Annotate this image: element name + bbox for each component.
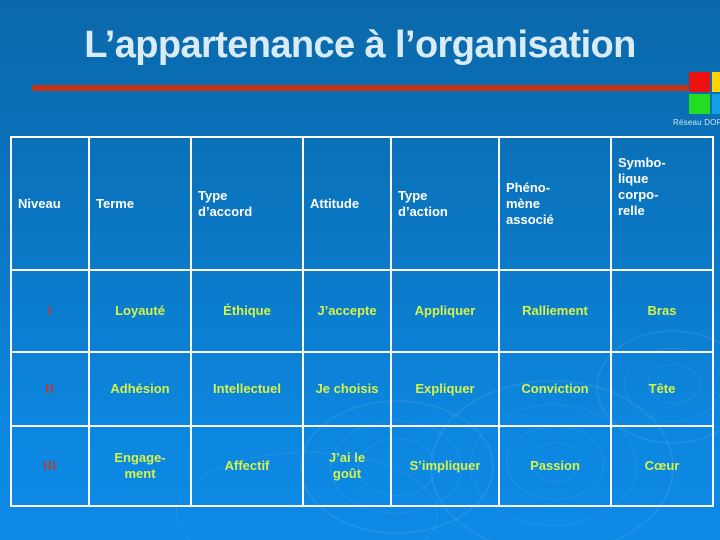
logo-caption: Réseau DOR (673, 118, 720, 127)
brand-logo (689, 72, 720, 116)
column-header-phenomene-associe: Phéno- mène associé (498, 136, 612, 271)
column-header-attitude: Attitude (302, 136, 392, 271)
cell-type-action: Expliquer (390, 351, 500, 427)
cell-attitude: Je choisis (302, 351, 392, 427)
cell-type-accord: Éthique (190, 269, 304, 353)
header-label-line2: d’action (398, 203, 448, 219)
cell-symbolique: Cœur (610, 425, 714, 507)
column-header-symbolique-corporelle: Symbo- lique corpo- relle (610, 136, 714, 271)
logo-square-yellow (712, 72, 720, 92)
column-header-terme: Terme (88, 136, 192, 271)
table-row: I Loyauté Éthique J’accepte Appliquer Ra… (10, 269, 714, 353)
logo-square-blue (712, 94, 720, 114)
cell-niveau: III (10, 425, 90, 507)
column-header-niveau: Niveau (10, 136, 90, 271)
cell-type-action: S’impliquer (390, 425, 500, 507)
header-label-line2: mène (506, 195, 540, 211)
cell-terme: Adhésion (88, 351, 192, 427)
cell-phenomene: Passion (498, 425, 612, 507)
cell-niveau: I (10, 269, 90, 353)
header-label: Terme (96, 195, 135, 211)
header-label: Niveau (18, 195, 61, 211)
header-label-line3: corpo- (618, 187, 659, 202)
cell-symbolique: Bras (610, 269, 714, 353)
header-label: Attitude (310, 195, 360, 211)
title-underline-rule (32, 85, 688, 91)
column-header-type-action: Type d’action (390, 136, 500, 271)
logo-square-green (689, 94, 710, 114)
table-header-row: Niveau Terme Type d’accord Attitude Type (10, 136, 714, 271)
cell-terme-line2: ment (124, 466, 156, 481)
header-label-line1: Symbo- (618, 155, 666, 170)
cell-type-accord: Affectif (190, 425, 304, 507)
cell-phenomene: Ralliement (498, 269, 612, 353)
cell-type-accord: Intellectuel (190, 351, 304, 427)
cell-niveau: II (10, 351, 90, 427)
header-label-line4: relle (618, 203, 645, 218)
column-header-type-accord: Type d’accord (190, 136, 304, 271)
cell-type-action: Appliquer (390, 269, 500, 353)
cell-phenomene: Conviction (498, 351, 612, 427)
slide-canvas: L’appartenance à l’organisation Réseau D… (0, 0, 720, 540)
cell-terme-line1: Engage- (114, 450, 166, 465)
cell-attitude: J’ai le goût (302, 425, 392, 507)
comparison-table: Niveau Terme Type d’accord Attitude Type (10, 136, 714, 507)
header-label-line1: Type (398, 187, 428, 203)
table-row: III Engage- ment Affectif J’ai le goût S… (10, 425, 714, 507)
cell-attitude-line2: goût (332, 466, 362, 481)
cell-terme: Engage- ment (88, 425, 192, 507)
cell-attitude: J’accepte (302, 269, 392, 353)
cell-terme: Loyauté (88, 269, 192, 353)
logo-square-red (689, 72, 710, 92)
cell-symbolique: Tête (610, 351, 714, 427)
header-label-line2: lique (618, 171, 649, 186)
page-title: L’appartenance à l’organisation (84, 24, 636, 66)
table-row: II Adhésion Intellectuel Je choisis Expl… (10, 351, 714, 427)
header-label-line1: Type (198, 187, 228, 203)
header-label-line2: d’accord (198, 203, 253, 219)
header-label-line1: Phéno- (506, 179, 551, 195)
cell-attitude-line1: J’ai le (328, 450, 366, 465)
header-label-line3: associé (506, 211, 554, 227)
